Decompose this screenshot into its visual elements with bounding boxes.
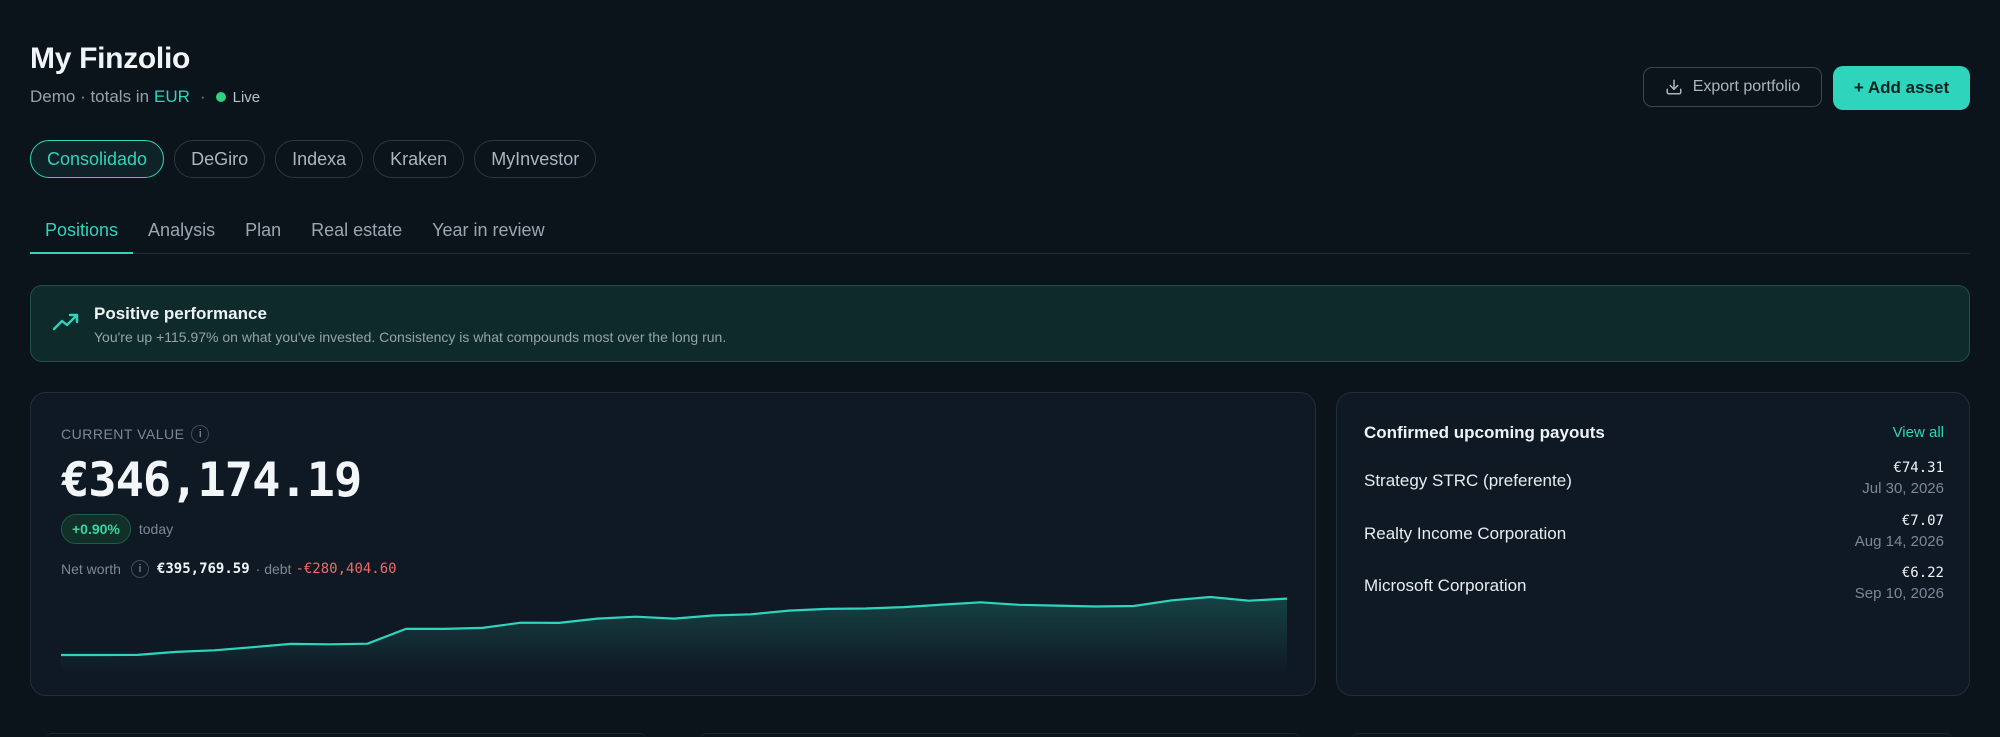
- daily-change-period: today: [138, 521, 174, 537]
- download-icon: [1666, 79, 1682, 95]
- section-tabs: Positions Analysis Plan Real estate Year…: [30, 214, 1970, 254]
- tab-plan[interactable]: Plan: [230, 214, 296, 254]
- banner-message: You're up +115.97% on what you've invest…: [94, 329, 727, 345]
- add-asset-button[interactable]: + Add asset: [1833, 66, 1970, 110]
- info-icon[interactable]: i: [191, 425, 210, 443]
- net-worth-info-icon[interactable]: i: [130, 560, 149, 578]
- banner-title: Positive performance: [94, 304, 267, 323]
- tab-positions[interactable]: Positions: [30, 214, 134, 254]
- payout-amount: €6.22: [1901, 565, 1944, 581]
- next-card-edge: [700, 733, 1300, 737]
- next-card-edge: [46, 733, 646, 737]
- payout-name: Microsoft Corporation: [1364, 576, 1527, 595]
- payout-amount: €7.07: [1901, 513, 1944, 529]
- page-subtitle: Demo · totals in EUR · Live: [30, 87, 260, 107]
- account-pill-degiro[interactable]: DeGiro: [174, 140, 266, 178]
- page-title: My Finzolio: [30, 42, 191, 75]
- next-card-edge: [1352, 733, 1952, 737]
- payout-name: Strategy STRC (preferente): [1364, 471, 1572, 490]
- tab-analysis[interactable]: Analysis: [133, 214, 230, 254]
- export-portfolio-label: Export portfolio: [1692, 78, 1801, 95]
- portfolio-page: My Finzolio Demo · totals in EUR · Live …: [0, 0, 2000, 737]
- current-value-amount: €346,174.19: [61, 453, 362, 508]
- payout-name: Realty Income Corporation: [1364, 524, 1567, 543]
- payout-date: Jul 30, 2026: [1862, 480, 1944, 497]
- net-worth-value: €395,769.59: [156, 561, 250, 577]
- daily-change: +0.90% today: [61, 514, 173, 544]
- currency-selector[interactable]: EUR: [154, 87, 190, 107]
- payout-date: Aug 14, 2026: [1854, 533, 1944, 550]
- payouts-title: Confirmed upcoming payouts: [1364, 423, 1605, 442]
- subtitle-separator: ·: [199, 87, 206, 106]
- current-value-label: CURRENT VALUE: [61, 426, 185, 442]
- upcoming-payouts-card: Confirmed upcoming payouts View all Stra…: [1336, 392, 1970, 696]
- account-pill-indexa[interactable]: Indexa: [275, 140, 364, 178]
- net-worth-label: Net worth: [61, 561, 121, 577]
- account-filter: Consolidado DeGiro Indexa Kraken MyInves…: [30, 140, 597, 178]
- account-pill-consolidado[interactable]: Consolidado: [30, 140, 165, 178]
- payout-amount: €74.31: [1893, 460, 1944, 476]
- tab-year-in-review[interactable]: Year in review: [417, 214, 559, 254]
- daily-change-badge: +0.90%: [61, 514, 131, 544]
- current-value-card: CURRENT VALUE i €346,174.19 +0.90% today…: [30, 392, 1316, 696]
- trending-up-icon: [52, 313, 79, 331]
- view-all-link[interactable]: View all: [1893, 424, 1944, 441]
- value-sparkline: [61, 595, 1287, 673]
- payout-row[interactable]: Microsoft Corporation €6.22 Sep 10, 2026: [1364, 565, 1944, 609]
- account-pill-myinvestor[interactable]: MyInvestor: [474, 140, 597, 178]
- account-pill-kraken[interactable]: Kraken: [373, 140, 465, 178]
- payout-date: Sep 10, 2026: [1854, 585, 1944, 602]
- payout-row[interactable]: Strategy STRC (preferente) €74.31 Jul 30…: [1364, 460, 1944, 504]
- export-portfolio-button[interactable]: Export portfolio: [1643, 67, 1822, 107]
- payout-row[interactable]: Realty Income Corporation €7.07 Aug 14, …: [1364, 513, 1944, 557]
- net-worth-row: Net worth i €395,769.59 · debt -€280,404…: [61, 560, 397, 578]
- tab-real-estate[interactable]: Real estate: [296, 214, 417, 254]
- subtitle-prefix: Demo · totals in: [30, 87, 150, 106]
- performance-banner: Positive performance You're up +115.97% …: [30, 285, 1970, 362]
- debt-label: · debt: [255, 561, 292, 577]
- live-status: Live: [232, 88, 261, 106]
- debt-value: -€280,404.60: [295, 561, 397, 577]
- current-value-label-row: CURRENT VALUE i: [61, 425, 210, 443]
- status-dot-icon: [215, 92, 226, 102]
- sparkline-area: [61, 597, 1287, 673]
